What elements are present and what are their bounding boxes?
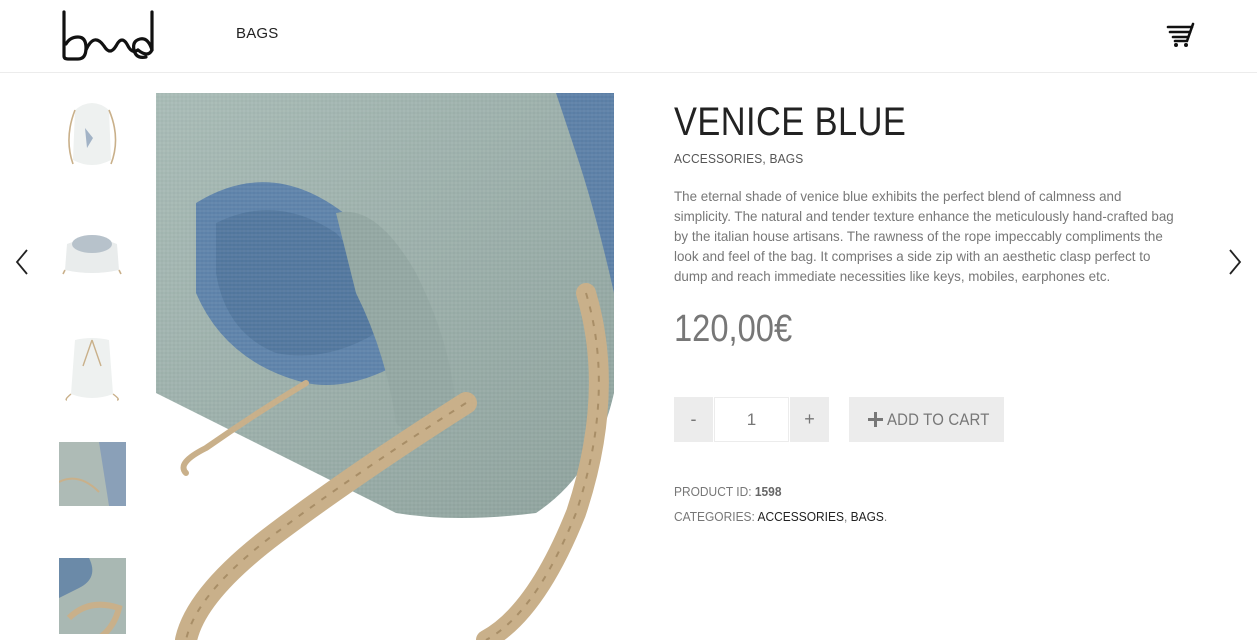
band-logo[interactable]	[60, 10, 156, 62]
thumbnail-fabric[interactable]	[59, 442, 126, 518]
quantity-input[interactable]	[714, 397, 789, 442]
thumbnail-back[interactable]	[59, 330, 126, 406]
next-arrow-icon[interactable]	[1227, 248, 1243, 276]
product-id-row: PRODUCT ID: 1598	[674, 484, 781, 499]
product-id-value: 1598	[754, 484, 782, 499]
quantity-increase-button[interactable]: +	[790, 397, 829, 442]
main-product-image[interactable]	[156, 93, 614, 640]
category-separator: ,	[843, 509, 848, 524]
categories-label: CATEGORIES:	[674, 509, 755, 524]
quantity-decrease-button[interactable]: -	[674, 397, 713, 442]
categories-end: .	[883, 509, 888, 524]
thumbnail-open[interactable]	[59, 214, 126, 290]
product-description: The eternal shade of venice blue exhibit…	[674, 188, 1174, 284]
previous-arrow-icon[interactable]	[14, 248, 30, 276]
plus-icon	[868, 412, 884, 427]
category-link-bags[interactable]: BAGS	[851, 509, 884, 524]
cart-icon[interactable]	[1166, 22, 1196, 48]
product-price: 120,00€	[674, 308, 793, 350]
product-categories-row: CATEGORIES: ACCESSORIES, BAGS.	[674, 509, 887, 524]
product-id-label: PRODUCT ID:	[674, 484, 752, 499]
thumbnail-rope-detail[interactable]	[59, 558, 126, 634]
product-categories: ACCESSORIES, BAGS	[674, 151, 804, 166]
site-header: BAGS	[0, 0, 1257, 73]
thumbnail-front[interactable]	[59, 98, 126, 174]
category-link-accessories[interactable]: ACCESSORIES	[758, 509, 844, 524]
product-title: VENICE BLUE	[674, 100, 907, 144]
add-to-cart-label: ADD TO CART	[887, 409, 991, 429]
add-to-cart-button[interactable]: ADD TO CART	[849, 397, 1004, 442]
nav-bags-link[interactable]: BAGS	[236, 25, 278, 42]
